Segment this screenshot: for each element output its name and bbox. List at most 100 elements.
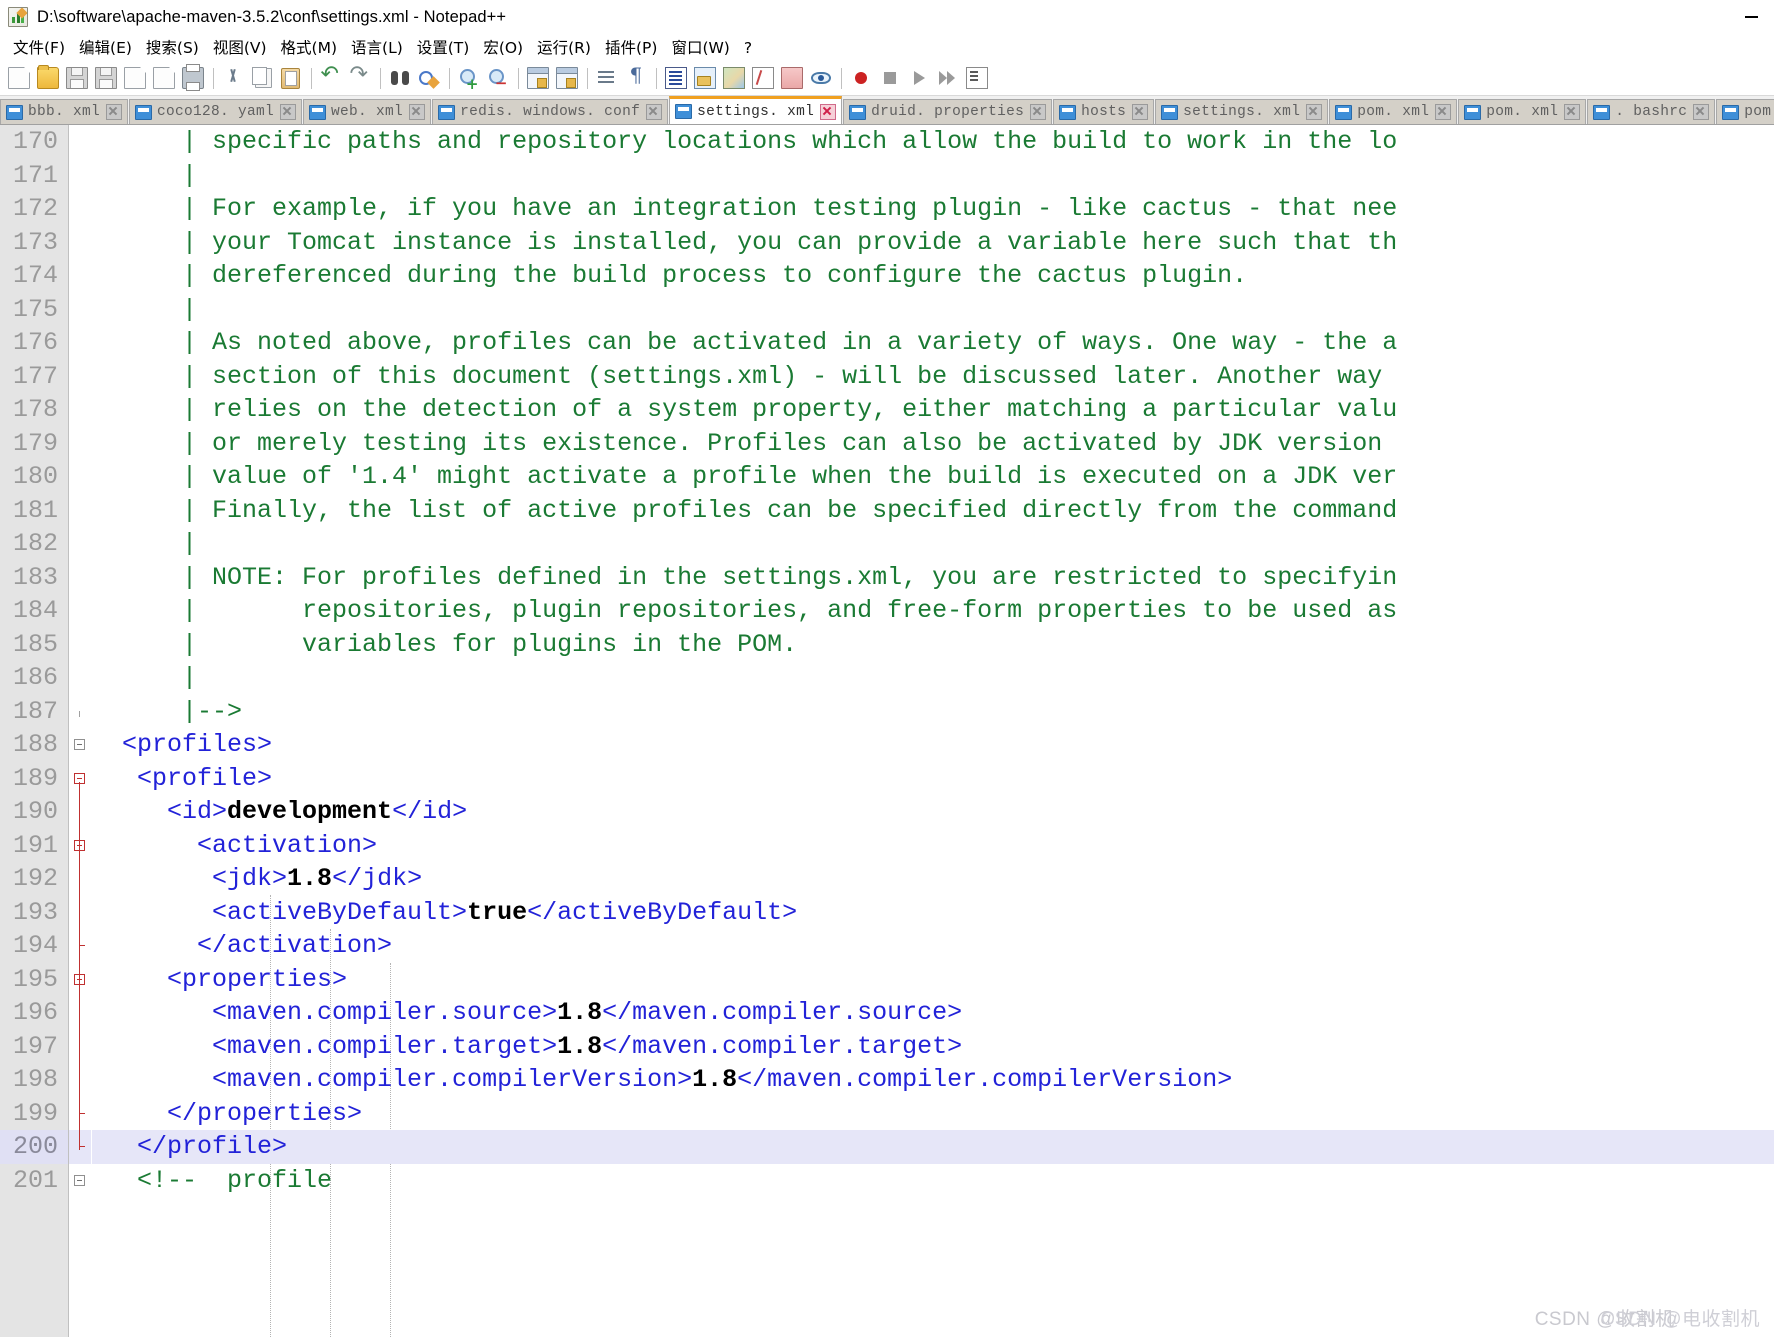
menu-run[interactable]: 运行(R) xyxy=(530,37,598,60)
menu-encoding[interactable]: 格式(M) xyxy=(274,37,344,60)
tab-close-icon[interactable] xyxy=(1306,104,1323,120)
code-line[interactable]: <profiles> xyxy=(92,728,1774,762)
tab--bashrc-10[interactable]: . bashrc xyxy=(1587,99,1716,124)
code-line[interactable]: <maven.compiler.source>1.8</maven.compil… xyxy=(92,996,1774,1030)
tab-druid-properties-5[interactable]: druid. properties xyxy=(843,99,1053,124)
menu-window[interactable]: 窗口(W) xyxy=(664,37,736,60)
cut-button[interactable] xyxy=(219,65,246,92)
menu-search[interactable]: 搜索(S) xyxy=(139,37,206,60)
menu-settings[interactable]: 设置(T) xyxy=(410,37,477,60)
tab-coco128-yaml-1[interactable]: coco128. yaml xyxy=(129,99,303,124)
code-line[interactable]: <activeByDefault>true</activeByDefault> xyxy=(92,896,1774,930)
fold-margin[interactable] xyxy=(69,125,92,1337)
tab-settings-xml-7[interactable]: settings. xml xyxy=(1155,99,1329,124)
open-file-button[interactable] xyxy=(34,65,61,92)
save-button[interactable] xyxy=(63,65,90,92)
fold-row[interactable] xyxy=(69,862,91,896)
code-line[interactable]: </profile> xyxy=(92,1130,1774,1164)
tab-close-icon[interactable] xyxy=(1564,104,1581,120)
code-line[interactable]: | dereferenced during the build process … xyxy=(92,259,1774,293)
undo-button[interactable] xyxy=(317,62,344,92)
fold-row[interactable] xyxy=(69,226,91,260)
tab-close-icon[interactable] xyxy=(409,104,426,120)
close-file-button[interactable] xyxy=(121,65,148,92)
code-line[interactable]: <maven.compiler.target>1.8</maven.compil… xyxy=(92,1030,1774,1064)
tab-close-icon[interactable] xyxy=(1435,104,1452,120)
code-line[interactable]: | As noted above, profiles can be activa… xyxy=(92,326,1774,360)
fold-row[interactable] xyxy=(69,125,91,159)
fold-row[interactable] xyxy=(69,192,91,226)
fold-row[interactable] xyxy=(69,293,91,327)
show-all-characters-button[interactable] xyxy=(622,63,649,92)
fold-row[interactable] xyxy=(69,326,91,360)
save-all-button[interactable] xyxy=(92,65,119,92)
fold-row[interactable] xyxy=(69,628,91,662)
fold-row[interactable] xyxy=(69,360,91,394)
fold-row[interactable] xyxy=(69,1030,91,1064)
save-macro-button[interactable] xyxy=(963,65,990,92)
close-all-button[interactable] xyxy=(150,65,177,92)
code-line[interactable]: <properties> xyxy=(92,963,1774,997)
word-wrap-button[interactable] xyxy=(593,65,620,92)
code-line[interactable]: <maven.compiler.compilerVersion>1.8</mav… xyxy=(92,1063,1774,1097)
sync-vertical-scroll-button[interactable] xyxy=(524,65,551,92)
tab-close-icon[interactable] xyxy=(820,103,837,120)
indent-guideline-button[interactable] xyxy=(662,65,689,92)
fold-row[interactable] xyxy=(69,661,91,695)
tab-pom-xml-9[interactable]: pom. xml xyxy=(1458,99,1587,124)
fold-row[interactable] xyxy=(69,527,91,561)
code-line[interactable]: | xyxy=(92,527,1774,561)
zoom-in-button[interactable] xyxy=(455,65,482,93)
playback-macro-button[interactable] xyxy=(905,65,932,92)
code-line[interactable]: | xyxy=(92,293,1774,327)
user-defined-language-button[interactable] xyxy=(691,65,718,92)
code-line[interactable]: | Finally, the list of active profiles c… xyxy=(92,494,1774,528)
replace-button[interactable] xyxy=(415,65,442,92)
code-line[interactable]: | NOTE: For profiles defined in the sett… xyxy=(92,561,1774,595)
fold-row[interactable] xyxy=(69,1063,91,1097)
new-file-button[interactable] xyxy=(5,65,32,92)
fold-row[interactable] xyxy=(69,494,91,528)
fold-row[interactable] xyxy=(69,561,91,595)
fold-row[interactable] xyxy=(69,695,91,729)
code-line[interactable]: | For example, if you have an integratio… xyxy=(92,192,1774,226)
monitoring-button[interactable] xyxy=(807,65,834,92)
tab-redis-windows-conf-3[interactable]: redis. windows. conf xyxy=(432,99,669,124)
menu-plugins[interactable]: 插件(P) xyxy=(598,37,664,60)
folder-as-workspace-button[interactable] xyxy=(778,65,805,92)
code-line[interactable]: | xyxy=(92,661,1774,695)
copy-button[interactable] xyxy=(248,65,275,92)
code-line[interactable]: | variables for plugins in the POM. xyxy=(92,628,1774,662)
code-line[interactable]: | your Tomcat instance is installed, you… xyxy=(92,226,1774,260)
tab-close-icon[interactable] xyxy=(1132,104,1149,120)
code-line[interactable]: |--> xyxy=(92,695,1774,729)
menu-view[interactable]: 视图(V) xyxy=(206,37,274,60)
menu-language[interactable]: 语言(L) xyxy=(344,37,410,60)
code-line[interactable]: <activation> xyxy=(92,829,1774,863)
menu-edit[interactable]: 编辑(E) xyxy=(72,37,139,60)
redo-button[interactable] xyxy=(346,62,373,92)
code-line[interactable]: | section of this document (settings.xml… xyxy=(92,360,1774,394)
fold-row[interactable] xyxy=(69,460,91,494)
find-button[interactable] xyxy=(386,65,413,92)
code-line[interactable]: <id>development</id> xyxy=(92,795,1774,829)
sync-horizontal-scroll-button[interactable] xyxy=(553,65,580,92)
code-line[interactable]: </properties> xyxy=(92,1097,1774,1131)
tab-close-icon[interactable] xyxy=(646,104,663,120)
minimize-button[interactable] xyxy=(1728,0,1774,34)
editor-area[interactable]: 170 171 172 173 174 175 176 177 178 179 180 181 182 1… xyxy=(0,125,1774,1337)
fold-row[interactable] xyxy=(69,996,91,1030)
code-line[interactable]: <jdk>1.8</jdk> xyxy=(92,862,1774,896)
zoom-out-button[interactable] xyxy=(484,65,511,92)
code-content[interactable]: | specific paths and repository location… xyxy=(92,125,1774,1337)
code-line[interactable]: | or merely testing its existence. Profi… xyxy=(92,427,1774,461)
fold-row[interactable] xyxy=(69,259,91,293)
print-button[interactable] xyxy=(179,64,206,92)
code-line[interactable]: <profile> xyxy=(92,762,1774,796)
tab-pom-xml-8[interactable]: pom. xml xyxy=(1329,99,1458,124)
tab-settings-xml-4[interactable]: settings. xml xyxy=(669,96,843,124)
code-line[interactable]: </activation> xyxy=(92,929,1774,963)
menu-file[interactable]: 文件(F) xyxy=(6,37,72,60)
code-line[interactable]: | repositories, plugin repositories, and… xyxy=(92,594,1774,628)
tab-close-icon[interactable] xyxy=(1693,104,1710,120)
